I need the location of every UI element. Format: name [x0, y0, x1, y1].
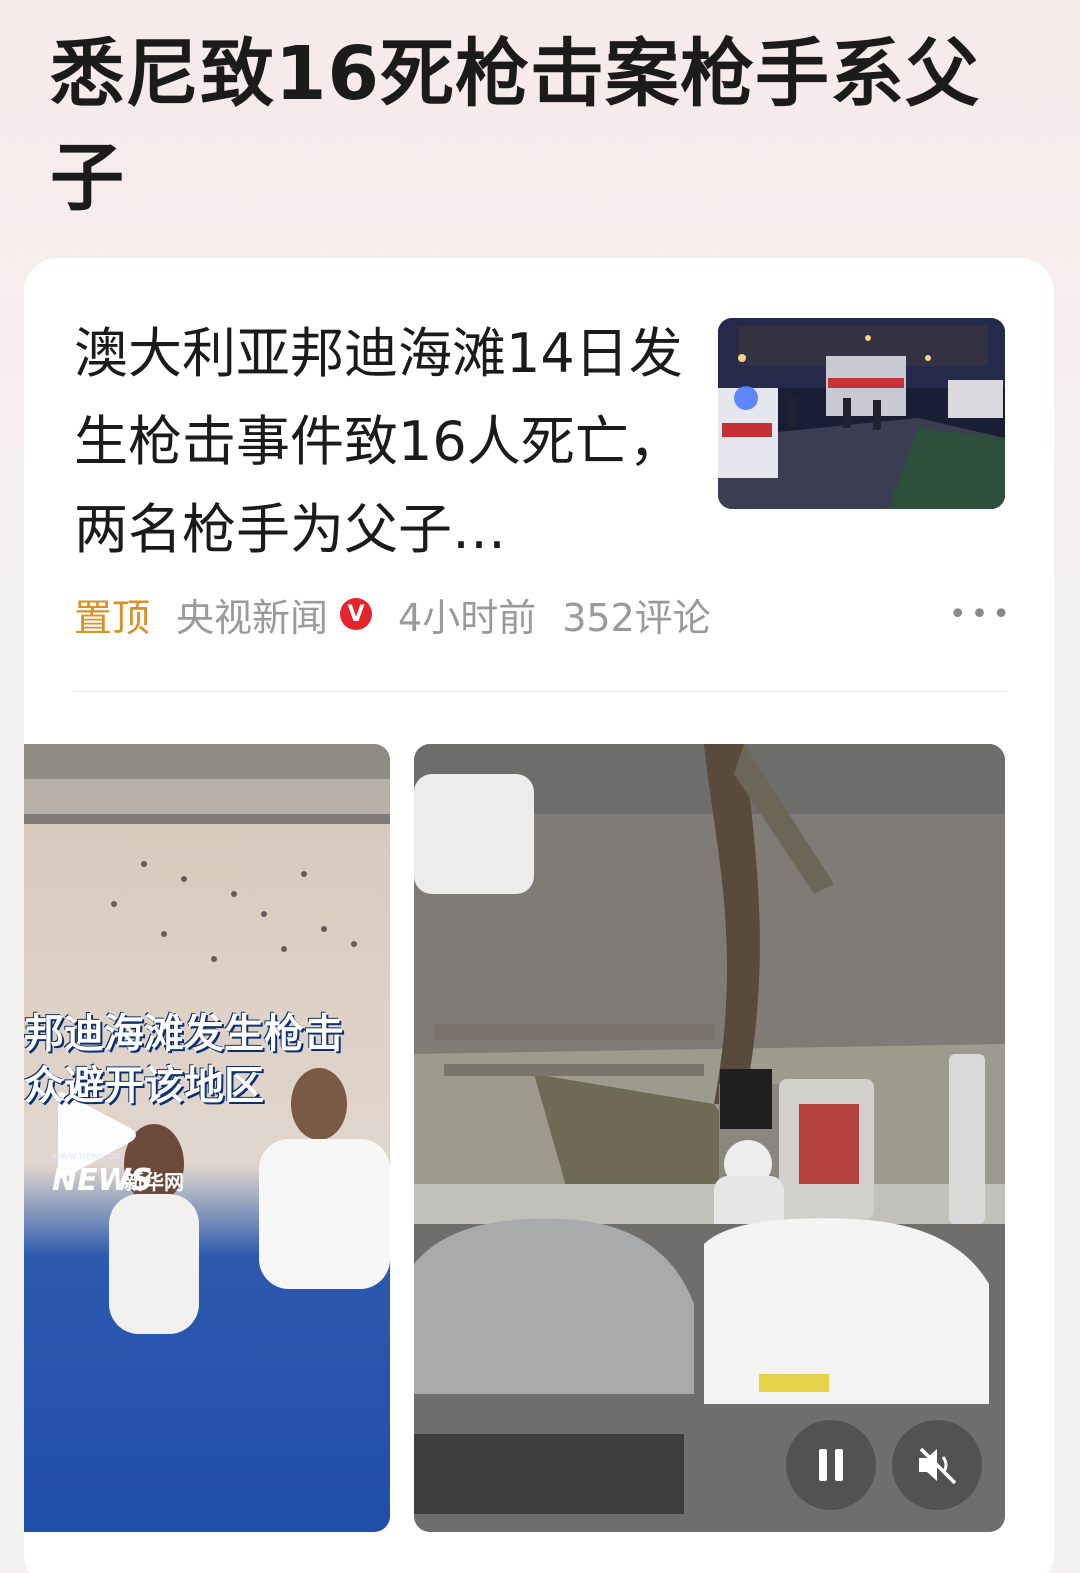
more-options-icon[interactable]: ••• — [949, 584, 1014, 644]
pinned-label: 置顶 — [74, 595, 151, 640]
verified-icon: V — [340, 598, 373, 630]
video-caption-line-2: 众避开该地区 — [24, 1063, 264, 1109]
video-right[interactable] — [414, 744, 1005, 1532]
topic-title: 悉尼致16死枪击案枪手系父子 — [50, 31, 980, 221]
article-headline[interactable]: 澳大利亚邦迪海滩14日发生枪击事件致16人死亡，两名枪手为父子… — [74, 310, 694, 574]
video-left[interactable] — [24, 744, 390, 1532]
watermark-site: www.news.cn — [52, 1151, 120, 1162]
video-caption-line-1: 邦迪海滩发生枪击 — [24, 1011, 344, 1057]
speaker-muted-icon[interactable] — [892, 1420, 982, 1510]
watermark-cn: 新华网 — [124, 1170, 184, 1194]
comment-count[interactable]: 352评论 — [562, 587, 711, 642]
source-name[interactable]: 央视新闻 — [176, 587, 328, 642]
article-meta: 置顶 央视新闻 V 4小时前 352评论 ••• — [74, 584, 1014, 644]
publish-time: 4小时前 — [398, 595, 537, 640]
news-card[interactable]: 澳大利亚邦迪海滩14日发生枪击事件致16人死亡，两名枪手为父子… 置顶 央视新闻… — [24, 258, 1054, 1573]
divider — [74, 691, 1006, 692]
pause-icon[interactable] — [786, 1420, 876, 1510]
article-thumbnail[interactable] — [718, 318, 1005, 509]
